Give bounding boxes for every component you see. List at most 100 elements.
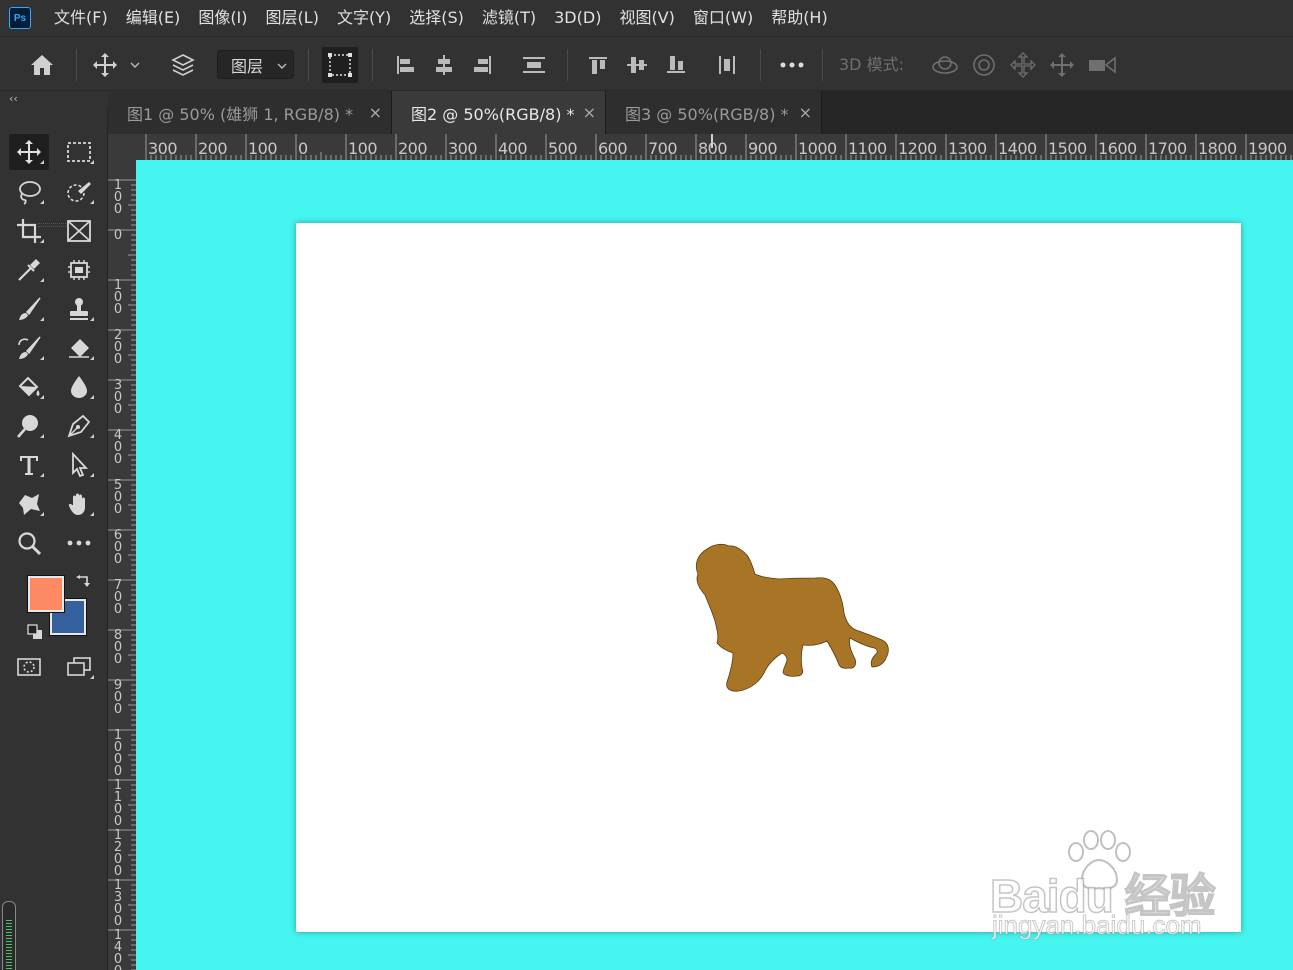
paint-bucket-tool[interactable] — [9, 369, 49, 405]
foreground-color-swatch[interactable] — [27, 575, 65, 613]
3d-scale-button[interactable] — [1085, 37, 1119, 92]
video-camera-icon — [1089, 55, 1116, 74]
default-colors-button[interactable] — [27, 624, 43, 644]
close-icon[interactable]: × — [369, 103, 382, 122]
ruler-label: 1100 — [113, 778, 123, 829]
menu-image[interactable]: 图像(I) — [189, 0, 256, 36]
distribute-horizontal-button[interactable] — [714, 37, 740, 92]
align-right-button[interactable] — [470, 37, 496, 92]
custom-shape-tool[interactable] — [9, 486, 49, 522]
align-horizontal-center-button[interactable] — [431, 37, 457, 92]
menu-help[interactable]: 帮助(H) — [762, 0, 837, 36]
close-icon[interactable]: × — [583, 103, 596, 122]
drop-icon — [71, 376, 87, 398]
align-left-icon — [397, 55, 414, 74]
screen-mode-icon — [67, 657, 91, 676]
dodge-tool[interactable] — [9, 408, 49, 444]
ruler-label: 500 — [113, 478, 123, 517]
tool-preset-dropdown[interactable] — [128, 37, 142, 92]
auto-select-button[interactable] — [166, 37, 200, 92]
type-icon — [20, 456, 38, 475]
brush-tool[interactable] — [9, 291, 49, 327]
photoshop-logo[interactable]: Ps — [9, 7, 31, 29]
canvas-workspace[interactable] — [136, 160, 1293, 970]
quick-mask-button[interactable] — [9, 649, 49, 685]
ruler-label: 300 — [448, 139, 478, 158]
menu-edit[interactable]: 编辑(E) — [117, 0, 190, 36]
menu-window[interactable]: 窗口(W) — [684, 0, 762, 36]
path-selection-tool[interactable] — [59, 447, 99, 483]
ruler-label: 100 — [113, 178, 123, 217]
eraser-tool[interactable] — [59, 330, 99, 366]
home-button[interactable] — [22, 37, 62, 92]
frame-tool[interactable] — [59, 213, 99, 249]
ruler-label: 1000 — [113, 728, 123, 779]
clone-stamp-tool[interactable] — [59, 291, 99, 327]
show-transform-controls-button[interactable] — [321, 37, 359, 92]
3d-orbit-button[interactable] — [928, 37, 962, 92]
menu-file[interactable]: 文件(F) — [45, 0, 117, 36]
menu-filter[interactable]: 滤镜(T) — [473, 0, 545, 36]
hand-tool[interactable] — [59, 486, 99, 522]
menu-select[interactable]: 选择(S) — [400, 0, 473, 36]
ruler-label: 1800 — [1198, 139, 1237, 158]
horizontal-ruler[interactable]: 300 200 100 0 100 200 300 400 500 600 700 800 900 100… — [136, 134, 1293, 160]
document-canvas[interactable] — [296, 223, 1241, 932]
stamp-icon — [70, 298, 88, 320]
3d-roll-button[interactable] — [968, 37, 1000, 92]
more-options-button[interactable] — [776, 37, 808, 92]
move-icon — [17, 140, 41, 164]
3d-roll-icon — [973, 53, 995, 76]
frame-icon — [67, 220, 91, 242]
distribute-vertical-button[interactable] — [519, 37, 549, 92]
auto-select-target-select[interactable]: 图层 — [217, 50, 294, 79]
layers-stack-icon — [171, 53, 195, 76]
align-left-button[interactable] — [392, 37, 418, 92]
close-icon[interactable]: × — [799, 103, 812, 122]
3d-slide-button[interactable] — [1046, 37, 1078, 92]
type-tool[interactable] — [9, 447, 49, 483]
edit-toolbar-button[interactable] — [59, 525, 99, 561]
distribute-h-icon — [719, 55, 735, 74]
history-brush-tool[interactable] — [9, 330, 49, 366]
ruler-label: 100 — [113, 278, 123, 317]
crop-tool[interactable] — [9, 213, 49, 249]
menu-layer[interactable]: 图层(L) — [257, 0, 328, 36]
collapse-panels-button[interactable]: ‹‹ — [0, 91, 108, 109]
move-tool[interactable] — [9, 134, 49, 170]
object-selection-tool[interactable] — [59, 252, 99, 288]
ruler-label: 100 — [348, 139, 378, 158]
swap-colors-button[interactable] — [74, 575, 92, 595]
dodge-icon — [17, 415, 38, 438]
tab-doc-3[interactable]: 图3 @ 50%(RGB/8) * × — [606, 91, 822, 134]
align-vertical-center-button[interactable] — [624, 37, 650, 92]
vertical-ruler[interactable]: 0100010020030040050060070080090010001100… — [108, 160, 136, 970]
tab-doc-2[interactable]: 图2 @ 50%(RGB/8) * × — [392, 91, 606, 134]
blur-tool[interactable] — [59, 369, 99, 405]
align-bottom-button[interactable] — [663, 37, 689, 92]
zoom-icon — [18, 532, 42, 556]
tools-panel — [0, 109, 108, 970]
3d-pan-button[interactable] — [1007, 37, 1039, 92]
menu-3d[interactable]: 3D(D) — [545, 0, 610, 36]
align-top-button[interactable] — [585, 37, 611, 92]
ruler-label: 1000 — [798, 139, 837, 158]
quick-selection-tool[interactable] — [59, 174, 99, 210]
ruler-label: 700 — [648, 139, 678, 158]
menu-bar: Ps 文件(F) 编辑(E) 图像(I) 图层(L) 文字(Y) 选择(S) 滤… — [0, 0, 1293, 36]
menu-view[interactable]: 视图(V) — [610, 0, 683, 36]
ruler-label: 600 — [113, 528, 123, 567]
marquee-tool[interactable] — [59, 134, 99, 170]
zoom-tool[interactable] — [9, 525, 49, 561]
ruler-label: 800 — [113, 628, 123, 667]
screen-mode-button[interactable] — [59, 649, 99, 685]
eyedropper-tool[interactable] — [9, 252, 49, 288]
move-tool-preset-button[interactable] — [88, 37, 122, 92]
lasso-icon — [19, 181, 41, 205]
menu-type[interactable]: 文字(Y) — [328, 0, 400, 36]
tab-doc-1[interactable]: 图1 @ 50% (雄狮 1, RGB/8) * × — [108, 91, 392, 134]
chevron-down-icon — [130, 62, 140, 68]
pen-tool[interactable] — [59, 408, 99, 444]
lasso-tool[interactable] — [9, 174, 49, 210]
ruler-origin[interactable] — [108, 134, 136, 160]
